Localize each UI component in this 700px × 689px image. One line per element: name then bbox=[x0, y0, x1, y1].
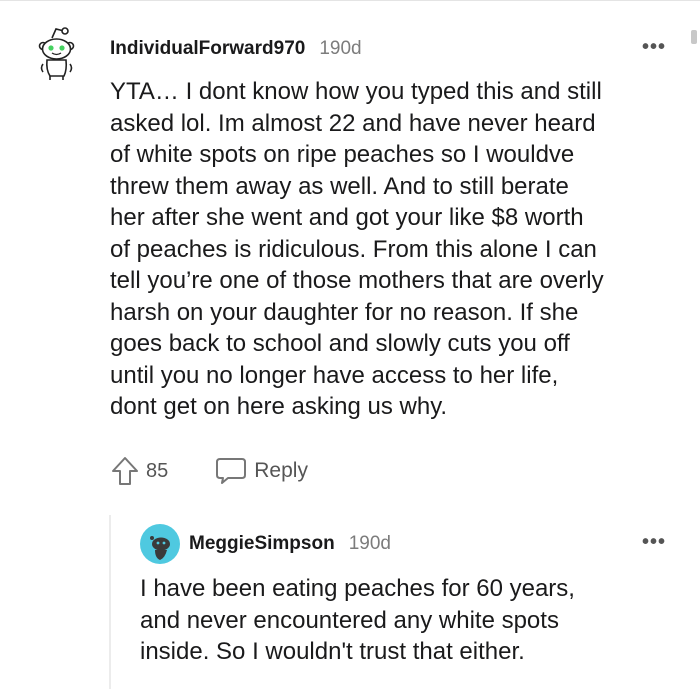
snoo-avatar-icon bbox=[38, 27, 75, 80]
comment-line: dont get on here asking us why. bbox=[110, 393, 448, 420]
reply-label: Reply bbox=[254, 459, 308, 482]
comment-age: 190d bbox=[348, 533, 391, 554]
more-options-button[interactable]: ••• bbox=[642, 532, 666, 552]
comment-body: I have been eating peaches for 60 years,… bbox=[140, 573, 660, 668]
comment-meta: IndividualForward970 190d bbox=[110, 38, 362, 60]
comment-line: tell you’re one of those mothers that ar… bbox=[110, 267, 604, 294]
reply-button[interactable]: Reply bbox=[214, 456, 308, 486]
comment-line: of peaches is ridiculous. From this alon… bbox=[110, 235, 597, 263]
comment-line: and never encountered any white spots bbox=[140, 606, 559, 634]
vote-score: 85 bbox=[146, 459, 169, 482]
comment-body: YTA… I dont know how you typed this and … bbox=[110, 76, 680, 423]
username-link[interactable]: MeggieSimpson bbox=[189, 533, 335, 555]
comment-age: 190d bbox=[319, 38, 362, 59]
comment-line: YTA… I dont know how you typed this and … bbox=[110, 78, 602, 105]
user-avatar[interactable] bbox=[140, 524, 180, 564]
comment-meta: MeggieSimpson 190d bbox=[189, 533, 391, 555]
comment-line: her after she went and got your like $8 … bbox=[110, 204, 584, 231]
comment-line: threw them away as well. And to still be… bbox=[110, 172, 569, 200]
username-link[interactable]: IndividualForward970 bbox=[110, 38, 305, 60]
comment-line: asked lol. Im almost 22 and have never h… bbox=[110, 109, 596, 137]
snoo-avatar-icon bbox=[140, 524, 180, 564]
top-divider bbox=[0, 0, 700, 1]
comment-actions: 85 Reply bbox=[110, 455, 308, 487]
scrollbar-thumb[interactable] bbox=[691, 30, 697, 44]
speech-bubble-icon bbox=[216, 458, 247, 484]
comment-line: harsh on your daughter for no reason. If… bbox=[110, 298, 579, 326]
user-avatar[interactable] bbox=[34, 22, 84, 82]
comment-line: goes back to school and slowly cuts you … bbox=[110, 330, 570, 357]
comment-line: I have been eating peaches for 60 years, bbox=[140, 575, 575, 602]
comment-line: until you no longer have access to her l… bbox=[110, 361, 559, 389]
comment-line: of white spots on ripe peaches so I woul… bbox=[110, 141, 575, 168]
more-options-button[interactable]: ••• bbox=[642, 37, 666, 57]
comment-line: inside. So I wouldn't trust that either. bbox=[140, 638, 525, 665]
thread-line[interactable] bbox=[109, 515, 111, 689]
upvote-arrow-icon[interactable] bbox=[110, 455, 140, 487]
